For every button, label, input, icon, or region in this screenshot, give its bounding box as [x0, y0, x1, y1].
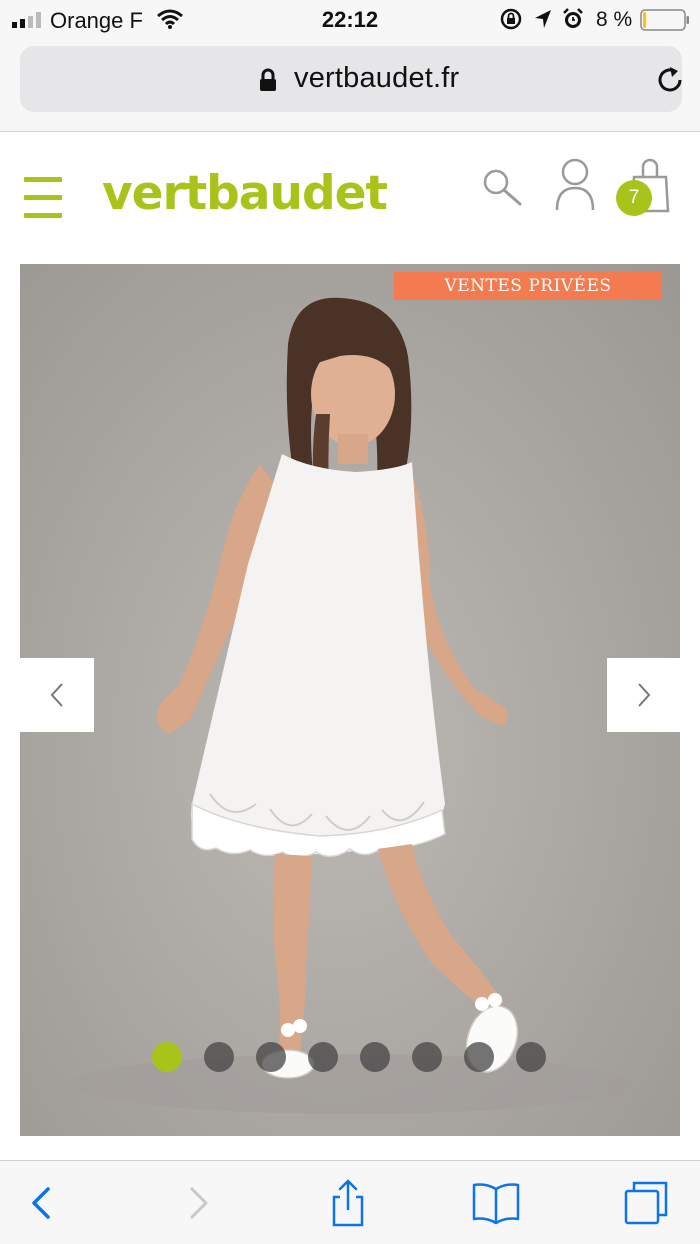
chevron-left-icon: [50, 683, 63, 707]
carousel-dot[interactable]: [308, 1042, 338, 1072]
chevron-right-icon: [638, 683, 651, 707]
carousel-dot[interactable]: [204, 1042, 234, 1072]
battery-icon: [640, 9, 689, 31]
carousel-dot[interactable]: [516, 1042, 546, 1072]
browser-toolbar: [0, 1160, 700, 1244]
status-bar: Orange F 22:12 8 %: [0, 0, 700, 40]
carousel-next-button[interactable]: [607, 658, 680, 732]
menu-icon[interactable]: [24, 177, 62, 219]
lock-icon: [260, 68, 276, 91]
carousel-dot-active[interactable]: [152, 1042, 182, 1072]
carousel-dot[interactable]: [464, 1042, 494, 1072]
forward-icon[interactable]: [172, 1177, 224, 1229]
location-icon: [535, 10, 551, 28]
clock: 22:12: [321, 7, 379, 32]
alarm-icon: [563, 8, 583, 28]
share-icon[interactable]: [322, 1177, 374, 1229]
site-logo[interactable]: vertbaudet: [102, 166, 388, 221]
battery-percent: 8 %: [596, 8, 633, 31]
promo-tag: VENTES PRIVÉES: [394, 272, 662, 300]
carousel-pagination: [152, 1042, 572, 1074]
carousel-dot[interactable]: [360, 1042, 390, 1072]
cart-count-badge[interactable]: 7: [616, 180, 652, 216]
carousel-prev-button[interactable]: [20, 658, 94, 732]
product-photo: [70, 297, 630, 1114]
site-header: vertbaudet 7: [0, 133, 700, 253]
product-carousel[interactable]: VENTES PRIVÉES: [20, 264, 680, 1136]
browser-address-bar: vertbaudet.fr: [0, 40, 700, 132]
carousel-dot[interactable]: [256, 1042, 286, 1072]
bookmarks-icon[interactable]: [470, 1177, 522, 1229]
back-icon[interactable]: [18, 1177, 70, 1229]
rotation-lock-icon: [500, 8, 522, 30]
account-icon[interactable]: [554, 157, 596, 211]
carousel-dot[interactable]: [412, 1042, 442, 1072]
search-icon[interactable]: [481, 167, 523, 207]
reload-icon[interactable]: [654, 64, 686, 96]
tabs-icon[interactable]: [620, 1177, 672, 1229]
url-field[interactable]: vertbaudet.fr: [20, 46, 682, 112]
url-text: vertbaudet.fr: [294, 62, 460, 94]
